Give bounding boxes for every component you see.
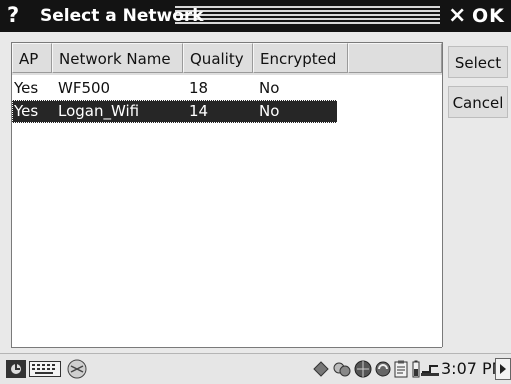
network-table: AP Network Name Quality Encrypted Yes WF…	[11, 42, 442, 348]
battery-icon[interactable]	[412, 360, 420, 378]
menu-icon[interactable]	[6, 360, 26, 378]
clipboard-icon[interactable]	[394, 360, 408, 378]
select-button[interactable]: Select	[448, 46, 508, 78]
pen-icon[interactable]	[312, 361, 330, 377]
dialog-title: Select a Network	[40, 6, 204, 26]
column-header-network-name[interactable]: Network Name	[52, 43, 183, 73]
globe-icon[interactable]	[354, 360, 372, 378]
sync-icon[interactable]	[374, 360, 392, 378]
cell-encrypted: No	[259, 79, 280, 97]
cell-ap: Yes	[14, 79, 39, 97]
window-icon[interactable]	[66, 359, 88, 379]
table-row[interactable]: Yes WF500 18 No	[12, 77, 442, 100]
cell-quality: 14	[189, 102, 209, 120]
power-icon[interactable]	[420, 360, 440, 378]
column-header-encrypted[interactable]: Encrypted	[253, 43, 348, 73]
ok-button[interactable]: OK	[472, 5, 505, 27]
column-header-ap[interactable]: AP	[12, 43, 52, 73]
taskbar: 3:07 PM	[0, 353, 511, 384]
keyboard-icon[interactable]	[29, 361, 61, 377]
help-icon[interactable]: ?	[7, 3, 19, 27]
table-header: AP Network Name Quality Encrypted	[12, 43, 442, 75]
table-right-border	[442, 42, 443, 347]
arrow-right-icon[interactable]	[495, 358, 511, 380]
cell-ap: Yes	[14, 102, 39, 120]
title-bar: ? Select a Network × OK	[0, 0, 511, 32]
cell-network-name: WF500	[58, 79, 111, 97]
column-header-quality[interactable]: Quality	[183, 43, 253, 73]
network-icon[interactable]	[332, 360, 352, 378]
cell-encrypted: No	[259, 102, 280, 120]
column-header-filler	[348, 43, 442, 73]
table-row-selected[interactable]: Yes Logan_Wifi 14 No	[12, 100, 339, 123]
close-icon[interactable]: ×	[448, 3, 466, 28]
cancel-button[interactable]: Cancel	[448, 86, 508, 118]
cell-network-name: Logan_Wifi	[58, 102, 140, 120]
title-bar-stripes	[175, 6, 440, 26]
cell-quality: 18	[189, 79, 209, 97]
